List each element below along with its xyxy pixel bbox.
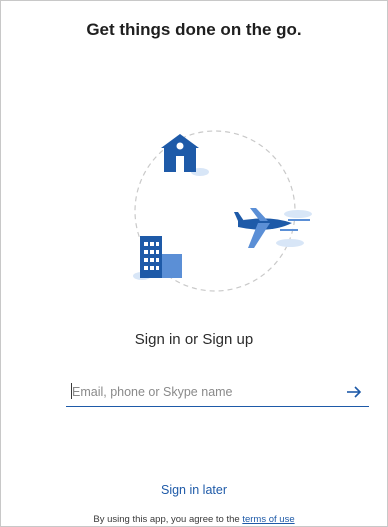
headline: Get things done on the go. [86,20,302,39]
travel-illustration [120,126,320,296]
email-input-field [66,378,369,407]
email-phone-skype-input[interactable] [66,382,332,402]
sign-in-heading: Sign in or Sign up [134,331,254,348]
terms-notice: By using this app, you agree to the term… [0,514,388,525]
arrow-right-icon [347,386,362,398]
airplane-icon [234,208,312,248]
office-building-icon [133,236,182,280]
terms-prefix: By using this app, you agree to the [93,514,243,525]
sign-in-later-link[interactable]: Sign in later [0,483,388,497]
submit-arrow-button[interactable] [343,381,365,403]
terms-of-use-link[interactable]: terms of use [242,514,294,525]
house-icon [161,134,209,176]
